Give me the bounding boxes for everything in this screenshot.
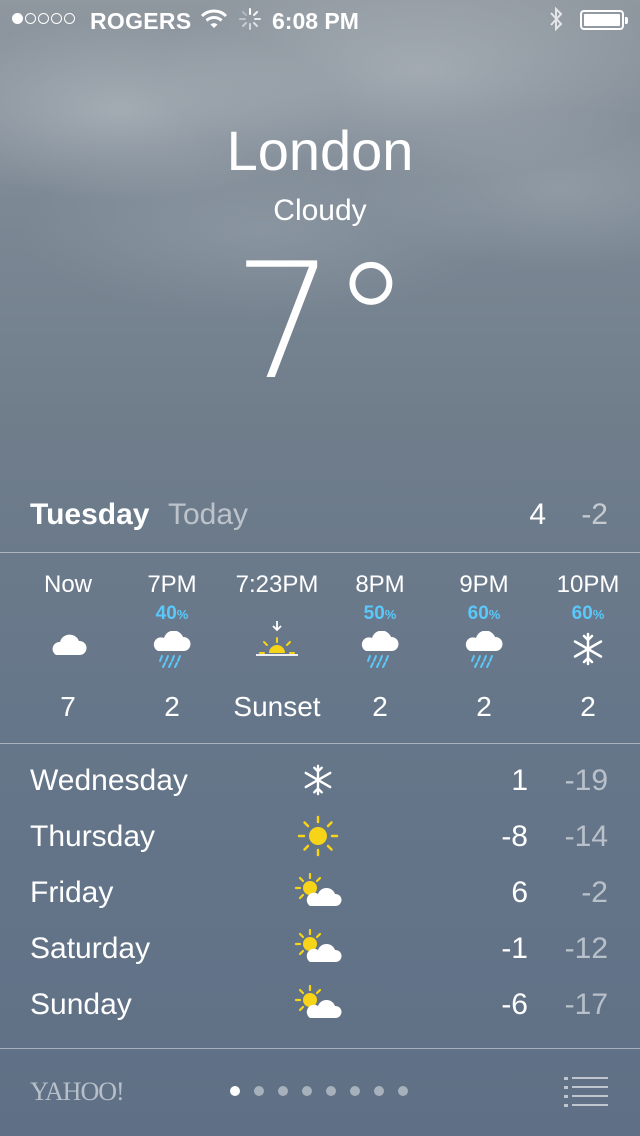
- forecast-low: -2: [581, 876, 608, 909]
- daily-row: Thursday -8 -14: [0, 812, 640, 868]
- today-high: 4: [529, 498, 546, 531]
- rain-cloud-icon: [464, 630, 504, 676]
- hour-temp: 2: [372, 691, 388, 722]
- forecast-low: -19: [564, 764, 608, 797]
- hourly-item: 7:23PM Sunset: [225, 553, 329, 743]
- daily-forecast[interactable]: Wednesday 1 -19 Thursday -8 -14 Friday 6: [0, 756, 640, 1036]
- signal-dot: [64, 13, 75, 24]
- forecast-low: -17: [564, 988, 608, 1021]
- cloud-icon: [48, 631, 88, 666]
- signal-dot: [51, 13, 62, 24]
- page-dot[interactable]: [350, 1086, 360, 1096]
- forecast-high: 6: [511, 876, 528, 909]
- daily-row: Wednesday 1 -19: [0, 756, 640, 812]
- hourly-item: Now 7: [16, 553, 120, 743]
- footer-bar: YAHOO!: [0, 1049, 640, 1136]
- snowflake-icon: [570, 631, 606, 672]
- signal-dot: [25, 13, 36, 24]
- hour-temp: 2: [164, 691, 180, 722]
- hour-temp: Sunset: [233, 691, 321, 722]
- carrier-name: ROGERS: [90, 8, 192, 34]
- today-day: Tuesday: [30, 498, 150, 531]
- forecast-high: 1: [511, 764, 528, 797]
- bluetooth-icon: [548, 6, 564, 38]
- hour-temp: 2: [580, 691, 596, 722]
- hourly-forecast[interactable]: Now 7 7PM 40% 2 7:23PM Sunset 8PM 50% 2 …: [0, 553, 640, 743]
- forecast-day: Sunday: [30, 988, 132, 1021]
- page-dot[interactable]: [374, 1086, 384, 1096]
- precip-chance: 40%: [155, 603, 189, 624]
- page-dot[interactable]: [326, 1086, 336, 1096]
- partly-cloudy-icon: [294, 872, 342, 920]
- hourly-item: 10PM 60% 2: [536, 553, 640, 743]
- today-low: -2: [581, 498, 608, 531]
- city-name: London: [226, 119, 414, 182]
- list-icon[interactable]: [562, 1075, 610, 1114]
- forecast-high: -6: [501, 988, 528, 1021]
- daily-row: Saturday -1 -12: [0, 924, 640, 980]
- signal-dot: [12, 13, 23, 24]
- page-indicator[interactable]: [230, 1086, 408, 1096]
- hour-temp: 7: [60, 691, 76, 722]
- forecast-high: -8: [501, 820, 528, 853]
- hour-time: 7:23PM: [235, 571, 319, 598]
- current-temperature: 7°: [0, 232, 640, 412]
- hour-time: Now: [43, 571, 92, 598]
- rain-cloud-icon: [152, 630, 192, 676]
- forecast-high: -1: [501, 932, 528, 965]
- rain-cloud-icon: [360, 630, 400, 676]
- hour-time: 7PM: [147, 571, 197, 598]
- hour-time: 10PM: [556, 571, 620, 598]
- page-dot[interactable]: [398, 1086, 408, 1096]
- yahoo-logo-link[interactable]: YAHOO!: [30, 1077, 125, 1107]
- today-label: Today: [168, 498, 249, 531]
- hourly-item: 7PM 40% 2: [120, 553, 224, 743]
- daily-row: Friday 6 -2: [0, 868, 640, 924]
- status-time: 6:08 PM: [272, 8, 359, 34]
- forecast-low: -14: [564, 820, 608, 853]
- signal-strength-icon: [12, 13, 75, 24]
- status-bar: ROGERS 6:08 PM: [0, 0, 640, 40]
- forecast-day: Saturday: [30, 932, 151, 965]
- hourly-item: 8PM 50% 2: [328, 553, 432, 743]
- today-summary-row: Tuesday Today 4 -2: [0, 496, 640, 540]
- current-temperature-value: 7°: [233, 228, 411, 415]
- partly-cloudy-icon: [294, 984, 342, 1032]
- hour-time: 8PM: [355, 571, 405, 598]
- battery-icon: [580, 10, 628, 30]
- hour-temp: 2: [476, 691, 492, 722]
- wifi-icon: [200, 8, 228, 36]
- hour-time: 9PM: [459, 571, 509, 598]
- forecast-day: Friday: [30, 876, 114, 909]
- sun-icon: [297, 815, 339, 865]
- signal-dot: [38, 13, 49, 24]
- snowflake-icon: [301, 763, 335, 805]
- daily-row: Sunday -6 -17: [0, 980, 640, 1036]
- current-condition: Cloudy: [273, 194, 367, 227]
- forecast-low: -12: [564, 932, 608, 965]
- forecast-day: Wednesday: [30, 764, 188, 797]
- forecast-day: Thursday: [30, 820, 156, 853]
- page-dot[interactable]: [230, 1086, 240, 1096]
- partly-cloudy-icon: [294, 928, 342, 976]
- sunset-icon: [254, 615, 300, 666]
- precip-chance: 60%: [571, 603, 605, 624]
- page-dot[interactable]: [278, 1086, 288, 1096]
- precip-chance: 60%: [467, 603, 501, 624]
- precip-chance: 50%: [363, 603, 397, 624]
- hourly-item: 9PM 60% 2: [432, 553, 536, 743]
- divider: [0, 743, 640, 744]
- page-dot[interactable]: [302, 1086, 312, 1096]
- activity-spinner-icon: [238, 7, 262, 37]
- page-dot[interactable]: [254, 1086, 264, 1096]
